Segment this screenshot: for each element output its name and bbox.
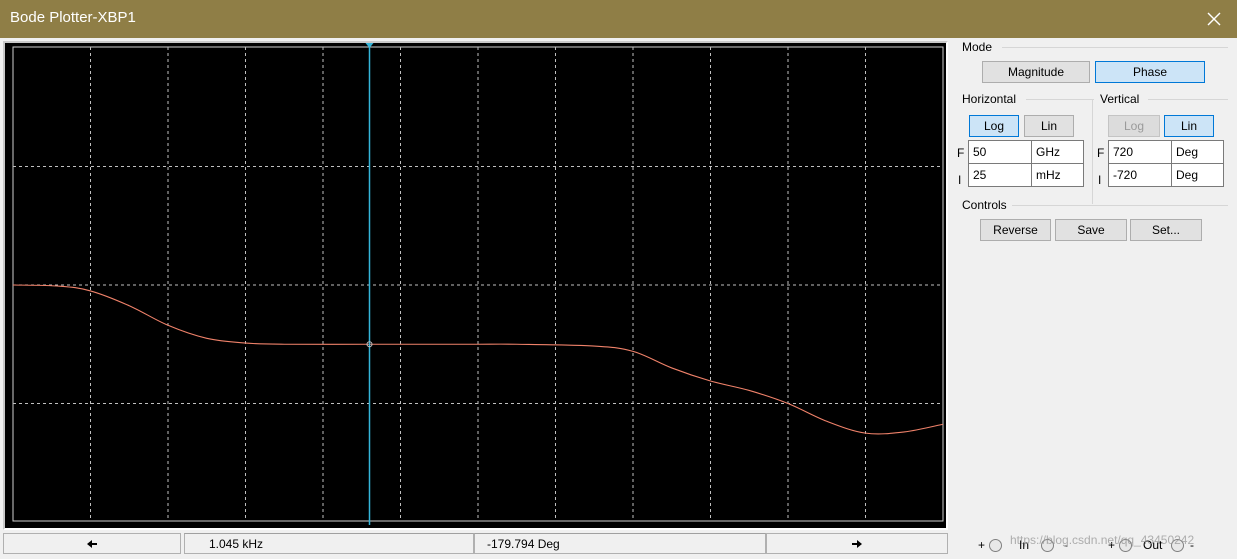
cursor-left-button[interactable] (3, 533, 181, 554)
horizontal-group-title: Horizontal (962, 92, 1017, 106)
cursor[interactable] (365, 43, 374, 525)
controls-group-title: Controls (962, 198, 1007, 212)
horizontal-log-button[interactable]: Log (969, 115, 1019, 137)
readout-bar: 1.045 kHz -179.794 Deg (3, 533, 948, 555)
in-plus-terminal[interactable] (989, 539, 1002, 552)
divider (1026, 99, 1094, 100)
mode-group-title: Mode (962, 40, 993, 54)
vertical-initial-unit-field[interactable]: Deg (1172, 163, 1224, 187)
vertical-group-title: Vertical (1100, 92, 1140, 106)
vertical-lin-button[interactable]: Lin (1164, 115, 1214, 137)
control-panel: Mode Magnitude Phase Horizontal Log Lin … (952, 40, 1233, 530)
set-button[interactable]: Set... (1130, 219, 1202, 241)
frequency-value: 1.045 kHz (209, 536, 264, 551)
close-button[interactable] (1191, 0, 1237, 38)
arrow-right-icon (852, 539, 862, 548)
reverse-button[interactable]: Reverse (980, 219, 1051, 241)
horizontal-initial-unit-field[interactable]: mHz (1032, 163, 1084, 187)
close-icon (1207, 12, 1221, 26)
horizontal-initial-label: I (958, 173, 962, 187)
horizontal-lin-button[interactable]: Lin (1024, 115, 1074, 137)
cursor-right-button[interactable] (766, 533, 948, 554)
phase-button[interactable]: Phase (1095, 61, 1205, 83)
horizontal-final-unit-field[interactable]: GHz (1032, 140, 1084, 164)
vertical-initial-value-field[interactable]: -720 (1108, 163, 1172, 187)
phase-readout: -179.794 Deg (474, 533, 766, 554)
in-plus-label: + (978, 538, 986, 552)
phase-value: -179.794 Deg (487, 536, 560, 551)
arrow-left-icon (87, 539, 97, 548)
vertical-log-button[interactable]: Log (1108, 115, 1160, 137)
divider (1092, 99, 1093, 204)
plot-area[interactable] (3, 41, 948, 530)
magnitude-button[interactable]: Magnitude (982, 61, 1090, 83)
vertical-initial-label: I (1098, 173, 1102, 187)
horizontal-initial-value-field[interactable]: 25 (968, 163, 1032, 187)
plot-grid (12, 46, 944, 522)
title-bar: Bode Plotter-XBP1 (0, 0, 1237, 38)
divider (1148, 99, 1228, 100)
vertical-final-value-field[interactable]: 720 (1108, 140, 1172, 164)
bode-plot[interactable] (5, 43, 946, 528)
watermark: https://blog.csdn.net/qq_43450242 (1010, 533, 1195, 547)
save-button[interactable]: Save (1055, 219, 1127, 241)
frequency-readout: 1.045 kHz (184, 533, 474, 554)
horizontal-final-label: F (957, 146, 965, 160)
vertical-final-label: F (1097, 146, 1105, 160)
divider (1002, 47, 1228, 48)
window-title: Bode Plotter-XBP1 (10, 9, 136, 26)
divider (1012, 205, 1228, 206)
horizontal-final-value-field[interactable]: 50 (968, 140, 1032, 164)
vertical-final-unit-field[interactable]: Deg (1172, 140, 1224, 164)
